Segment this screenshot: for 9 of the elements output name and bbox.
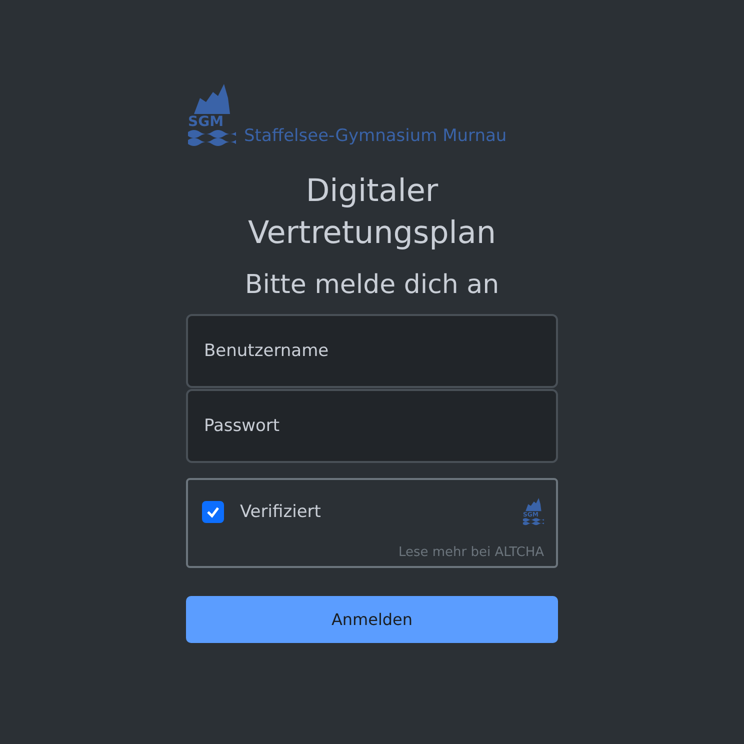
input-field[interactable]: Passwort: [186, 389, 558, 463]
check-icon: [206, 505, 220, 519]
page-title: Digitaler Vertretungsplan: [246, 172, 498, 253]
login-prompt: Bitte melde dich an: [244, 270, 500, 300]
checkbox[interactable]: [202, 501, 224, 523]
login-button[interactable]: Anmelden: [186, 596, 558, 643]
school-name: Staffelsee-Gymnasium Murnau: [244, 126, 507, 148]
input-field[interactable]: Benutzername: [186, 314, 558, 388]
checkbox-label: Verifiziert: [240, 502, 322, 522]
